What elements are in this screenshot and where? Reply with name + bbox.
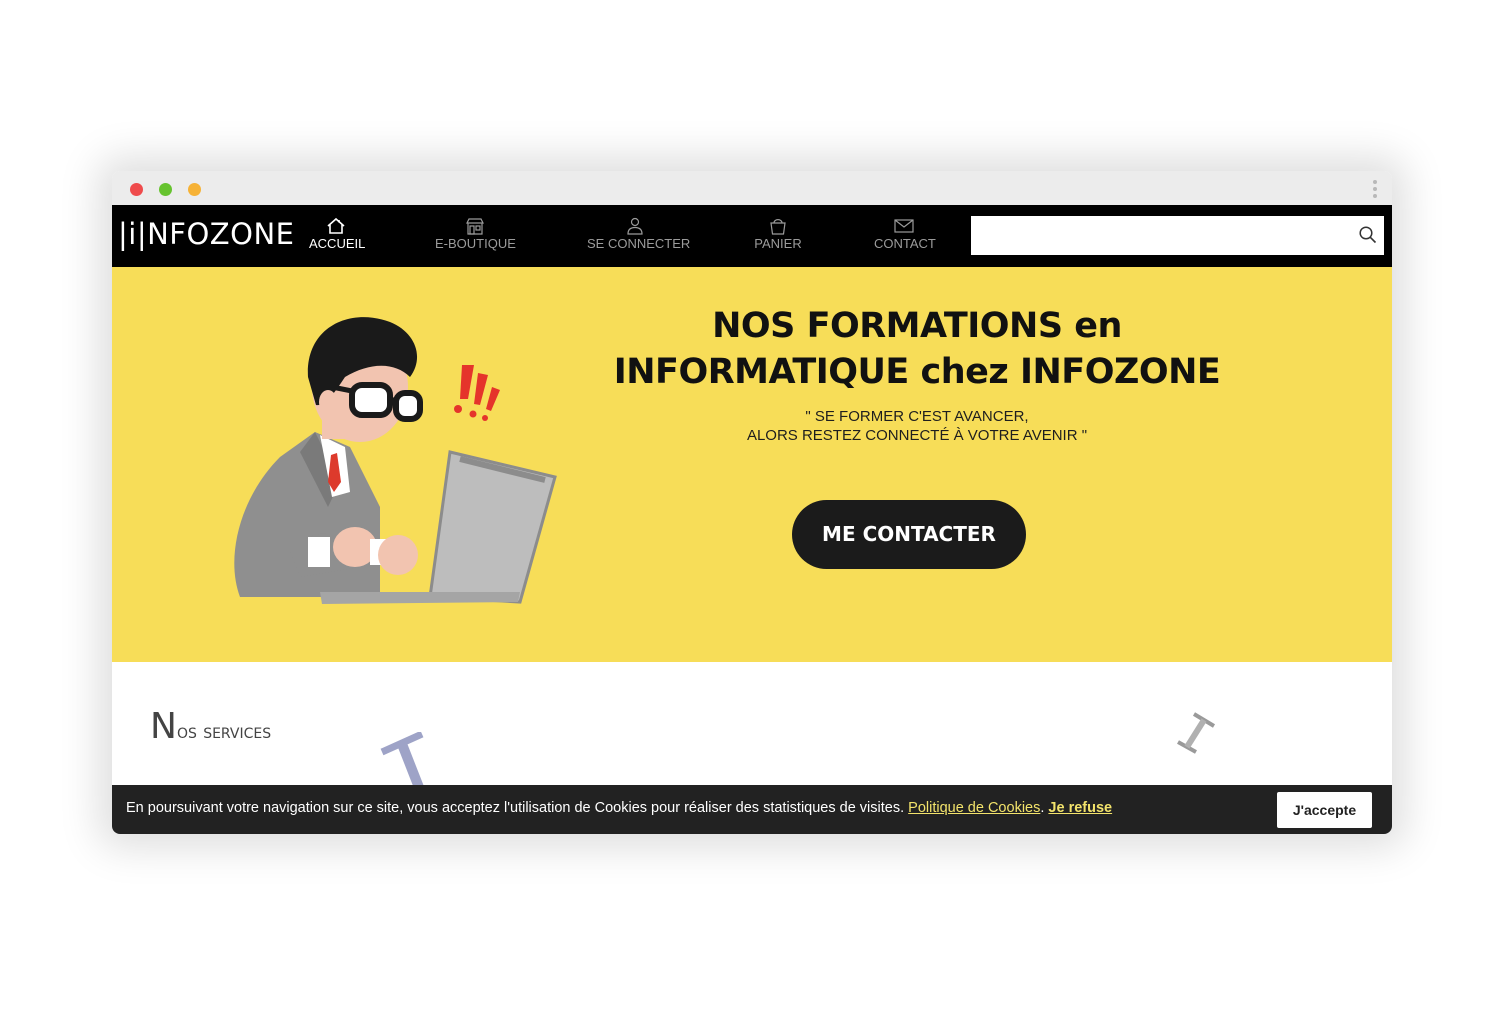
nav-item-contact[interactable]: CONTACT xyxy=(874,217,936,251)
browser-menu-icon[interactable] xyxy=(1372,180,1378,198)
hero-title: NOS FORMATIONS en INFORMATIQUE chez INFO… xyxy=(582,303,1252,395)
cookie-consent-bar: En poursuivant votre navigation sur ce s… xyxy=(112,785,1392,834)
nav-label: ACCUEIL xyxy=(309,236,366,251)
nav-item-panier[interactable]: PANIER xyxy=(753,217,803,251)
nav-item-accueil[interactable]: ACCUEIL xyxy=(309,217,366,251)
services-heading-initial: N xyxy=(150,706,177,747)
decorative-i-beam-shape xyxy=(1177,712,1216,754)
cookie-policy-link[interactable]: Politique de Cookies xyxy=(908,800,1040,816)
search-icon[interactable] xyxy=(1358,225,1378,245)
search-input[interactable] xyxy=(971,216,1341,255)
maximize-window-button[interactable] xyxy=(188,183,201,196)
decorative-i-beam-shape xyxy=(380,732,425,792)
browser-window: |i|NFOZONE ACCUEIL E-BOUTIQUE SE CONNECT xyxy=(112,171,1392,834)
cookie-message: En poursuivant votre navigation sur ce s… xyxy=(126,800,1112,816)
nav-label: CONTACT xyxy=(874,236,936,251)
contact-me-button[interactable]: ME CONTACTER xyxy=(792,500,1026,569)
hero-title-line-1: NOS FORMATIONS en xyxy=(712,306,1122,346)
envelope-icon xyxy=(894,219,914,233)
hero-quote-line-2: ALORS RESTEZ CONNECTÉ À VOTRE AVENIR " xyxy=(746,427,1088,444)
store-icon xyxy=(466,218,484,235)
search-bar xyxy=(971,216,1384,255)
cookie-separator: . xyxy=(1040,800,1045,816)
minimize-window-button[interactable] xyxy=(159,183,172,196)
services-heading-rest: os services xyxy=(176,719,272,743)
hero-quote-line-1: " SE FORMER C'EST AVANCER, xyxy=(805,408,1029,425)
browser-titlebar xyxy=(112,171,1392,205)
accept-cookies-button[interactable]: J'accepte xyxy=(1277,792,1372,828)
basket-icon xyxy=(770,219,786,235)
site-logo[interactable]: |i|NFOZONE xyxy=(118,217,295,251)
hero-quote: " SE FORMER C'EST AVANCER, ALORS RESTEZ … xyxy=(582,407,1252,445)
nav-item-e-boutique[interactable]: E-BOUTIQUE xyxy=(435,217,516,251)
nav-label: SE CONNECTER xyxy=(587,236,691,251)
hero-banner: NOS FORMATIONS en INFORMATIQUE chez INFO… xyxy=(112,267,1392,662)
nav-label: PANIER xyxy=(754,236,802,251)
nav-label: E-BOUTIQUE xyxy=(435,236,516,251)
nav-item-se-connecter[interactable]: SE CONNECTER xyxy=(587,217,691,251)
services-heading: Nos services xyxy=(150,706,271,747)
hero-title-line-2: INFORMATIQUE chez INFOZONE xyxy=(613,352,1221,392)
site-navbar: |i|NFOZONE ACCUEIL E-BOUTIQUE SE CONNECT xyxy=(112,205,1392,267)
close-window-button[interactable] xyxy=(130,183,143,196)
home-icon xyxy=(327,217,345,234)
cookie-text: En poursuivant votre navigation sur ce s… xyxy=(126,800,905,816)
user-icon xyxy=(626,217,643,235)
student-laptop-illustration xyxy=(234,317,557,604)
refuse-cookies-link[interactable]: Je refuse xyxy=(1048,800,1112,816)
